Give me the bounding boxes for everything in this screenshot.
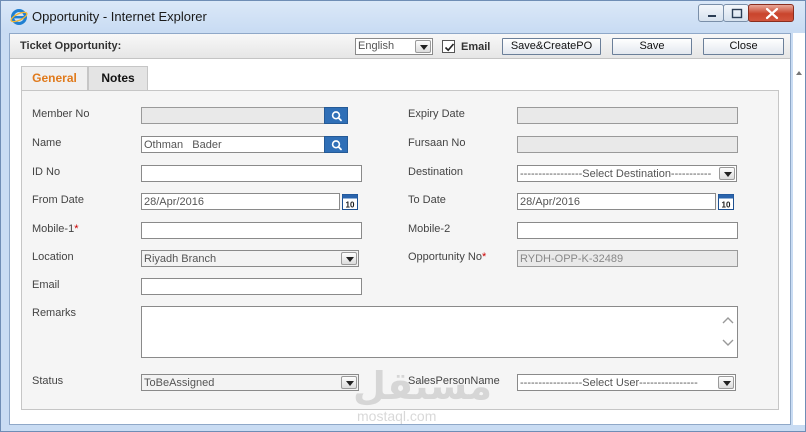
maximize-button[interactable] <box>723 4 749 22</box>
id-no-field[interactable] <box>141 165 362 182</box>
scroll-down-icon[interactable] <box>722 339 734 347</box>
calendar-day: 10 <box>722 201 731 210</box>
required-marker: * <box>74 223 79 235</box>
checkmark-icon <box>444 43 455 52</box>
remarks-textarea[interactable] <box>141 306 738 358</box>
title-bar: Opportunity - Internet Explorer <box>1 1 805 33</box>
internet-explorer-icon <box>10 9 28 25</box>
status-value: ToBeAssigned <box>144 377 215 389</box>
minimize-icon <box>708 15 716 17</box>
scroll-up-icon[interactable] <box>722 316 734 324</box>
mobile2-label: Mobile-2 <box>408 223 451 235</box>
maximize-icon <box>731 8 743 19</box>
salesperson-select[interactable]: -----------------Select User------------… <box>517 374 736 391</box>
window-title: Opportunity - Internet Explorer <box>32 9 207 24</box>
expiry-date-field <box>517 107 738 124</box>
minimize-button[interactable] <box>698 4 724 22</box>
general-panel: Member No Expiry Date Name Othman Bader … <box>21 90 779 410</box>
search-icon <box>331 140 342 151</box>
language-select[interactable]: English <box>355 38 433 55</box>
outer-scroll-strip <box>793 33 805 425</box>
chevron-down-icon <box>719 167 735 180</box>
remarks-label: Remarks <box>32 307 77 319</box>
window-close-button[interactable] <box>748 4 794 22</box>
opportunity-no-field: RYDH-OPP-K-32489 <box>517 250 738 267</box>
chevron-down-icon <box>415 40 431 53</box>
toolbar: Ticket Opportunity: English Email Save&C… <box>10 34 790 59</box>
caret-up-icon <box>796 71 802 75</box>
close-button[interactable]: Close <box>703 38 784 55</box>
search-icon <box>331 111 342 122</box>
location-value: Riyadh Branch <box>144 253 217 265</box>
destination-select[interactable]: -----------------Select Destination-----… <box>517 165 737 182</box>
language-value: English <box>358 40 395 52</box>
chevron-down-icon <box>341 376 357 389</box>
name-field[interactable]: Othman Bader <box>141 136 325 153</box>
email-checkbox-label: Email <box>461 41 491 53</box>
status-select[interactable]: ToBeAssigned <box>141 374 359 391</box>
expiry-date-label: Expiry Date <box>408 108 465 120</box>
save-create-po-button[interactable]: Save&CreatePO <box>502 38 601 55</box>
save-button[interactable]: Save <box>612 38 692 55</box>
fursaan-no-label: Fursaan No <box>408 137 466 149</box>
browser-window: Opportunity - Internet Explorer Ticket O… <box>0 0 806 432</box>
from-date-label: From Date <box>32 194 84 206</box>
member-no-field[interactable] <box>141 107 325 124</box>
mobile1-label-text: Mobile-1 <box>32 223 75 235</box>
chevron-down-icon <box>341 252 357 265</box>
close-icon <box>765 7 779 20</box>
member-search-button[interactable] <box>324 107 348 124</box>
calendar-day: 10 <box>346 201 355 210</box>
member-no-label: Member No <box>32 108 90 120</box>
to-date-label: To Date <box>408 194 446 206</box>
mobile2-field[interactable] <box>517 222 738 239</box>
email-label: Email <box>32 279 60 291</box>
to-date-field[interactable]: 28/Apr/2016 <box>517 193 716 210</box>
dialog-content: Ticket Opportunity: English Email Save&C… <box>9 33 791 425</box>
tab-notes[interactable]: Notes <box>88 66 148 90</box>
salesperson-value: -----------------Select User------------… <box>520 377 698 389</box>
mobile1-field[interactable] <box>141 222 362 239</box>
email-checkbox[interactable] <box>442 40 455 53</box>
id-no-label: ID No <box>32 166 61 178</box>
name-label: Name <box>32 137 62 149</box>
destination-value: -----------------Select Destination-----… <box>520 168 712 180</box>
from-date-field[interactable]: 28/Apr/2016 <box>141 193 340 210</box>
required-marker: * <box>481 251 487 263</box>
opportunity-no-label: Opportunity No* <box>408 251 486 263</box>
email-field[interactable] <box>141 278 362 295</box>
status-label: Status <box>32 375 64 387</box>
fursaan-no-field <box>517 136 738 153</box>
salesperson-label: SalesPersonName <box>408 375 500 387</box>
calendar-icon[interactable]: 10 <box>718 193 734 210</box>
location-label: Location <box>32 251 74 263</box>
name-search-button[interactable] <box>324 136 348 153</box>
chevron-down-icon <box>718 376 734 389</box>
opportunity-no-label-text: Opportunity No <box>408 251 482 263</box>
mobile1-label: Mobile-1* <box>32 223 78 235</box>
location-select[interactable]: Riyadh Branch <box>141 250 359 267</box>
tab-general[interactable]: General <box>21 66 88 90</box>
toolbar-title: Ticket Opportunity: <box>20 40 122 52</box>
destination-label: Destination <box>408 166 464 178</box>
calendar-icon[interactable]: 10 <box>342 193 358 210</box>
